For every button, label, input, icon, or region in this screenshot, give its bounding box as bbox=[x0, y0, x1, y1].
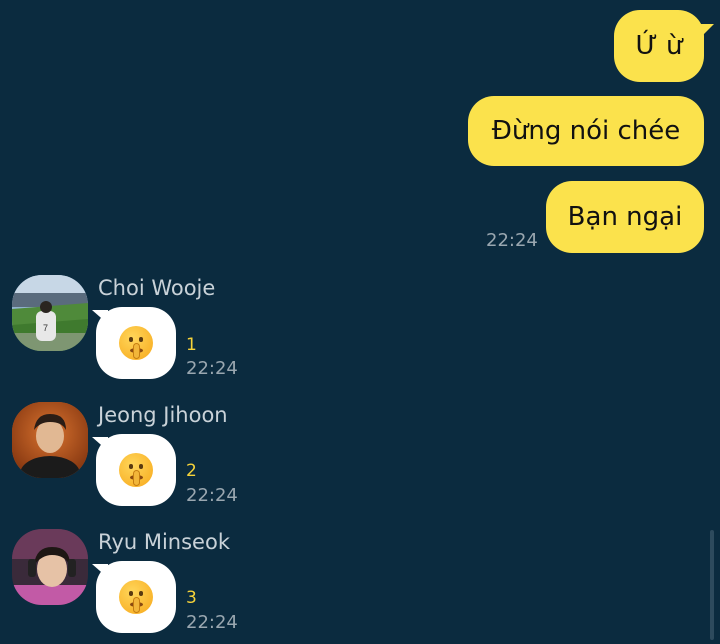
message-text: Đừng nói chée bbox=[491, 116, 681, 146]
sender-name: Choi Wooje bbox=[98, 276, 216, 300]
svg-text:7: 7 bbox=[43, 323, 48, 333]
shushing-face-emoji-icon bbox=[119, 326, 153, 360]
outgoing-message[interactable]: Bạn ngại bbox=[546, 181, 704, 253]
outgoing-message[interactable]: Ứ ừ bbox=[614, 10, 704, 82]
avatar[interactable] bbox=[12, 529, 88, 605]
shushing-face-emoji-icon bbox=[119, 580, 153, 614]
bubble-tail bbox=[700, 24, 714, 38]
portrait-photo-icon bbox=[12, 529, 88, 605]
unread-count: 2 bbox=[186, 461, 197, 481]
message-timestamp: 22:24 bbox=[186, 485, 238, 506]
message-text: Ứ ừ bbox=[635, 31, 683, 61]
message-timestamp: 22:24 bbox=[486, 230, 538, 251]
message-timestamp: 22:24 bbox=[186, 612, 238, 633]
avatar[interactable]: 7 bbox=[12, 275, 88, 351]
avatar[interactable] bbox=[12, 402, 88, 478]
incoming-message[interactable] bbox=[96, 307, 176, 379]
scrollbar[interactable] bbox=[710, 530, 714, 640]
unread-count: 3 bbox=[186, 588, 197, 608]
sender-name: Ryu Minseok bbox=[98, 530, 230, 554]
portrait-photo-icon bbox=[12, 402, 88, 478]
sender-name: Jeong Jihoon bbox=[98, 403, 228, 427]
shushing-face-emoji-icon bbox=[119, 453, 153, 487]
outgoing-message[interactable]: Đừng nói chée bbox=[468, 96, 704, 166]
incoming-message[interactable] bbox=[96, 434, 176, 506]
stadium-photo-icon: 7 bbox=[12, 275, 88, 351]
message-timestamp: 22:24 bbox=[186, 358, 238, 379]
unread-count: 1 bbox=[186, 335, 197, 355]
message-text: Bạn ngại bbox=[567, 202, 683, 232]
incoming-message[interactable] bbox=[96, 561, 176, 633]
